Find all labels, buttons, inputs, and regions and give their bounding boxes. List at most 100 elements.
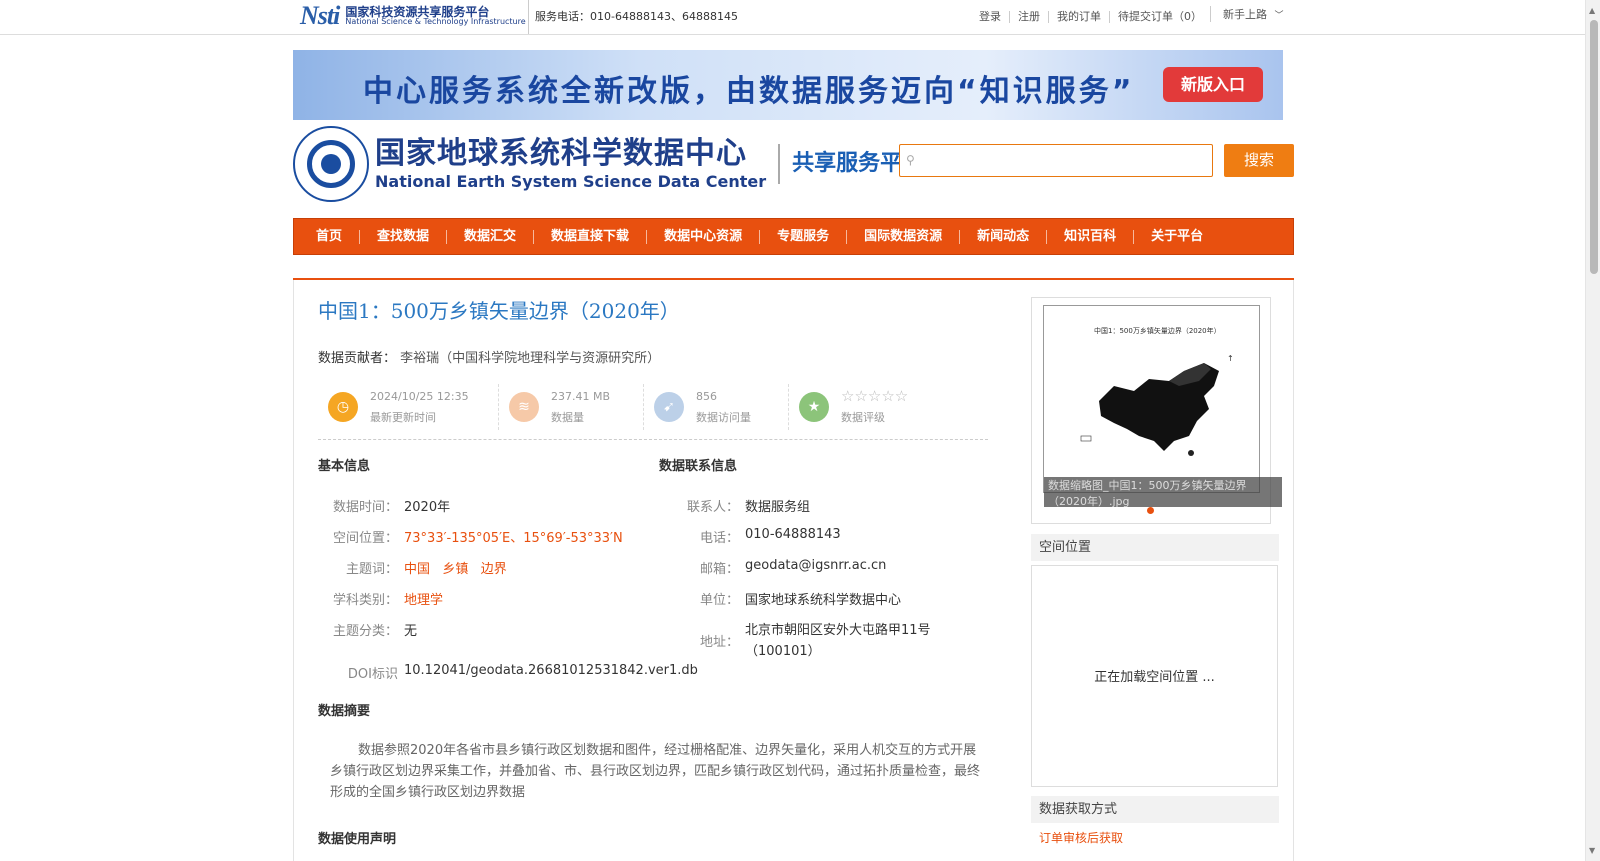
stat-update-time: ◷ 2024/10/25 12:35 最新更新时间 (318, 384, 499, 430)
stat-data-size-label: 数据量 (551, 411, 584, 424)
topic-classification-value: 无 (404, 624, 418, 639)
stat-rating: ★ ☆☆☆☆☆ 数据评级 (789, 384, 988, 430)
scroll-up-icon[interactable]: ▲ (1589, 6, 1595, 15)
scroll-down-icon[interactable]: ▼ (1589, 846, 1595, 855)
site-name-cn: 国家地球系统科学数据中心 (375, 136, 747, 171)
top-links: 登录 注册 我的订单 待提交订单（0） (971, 0, 1210, 34)
pending-orders-link[interactable]: 待提交订单（0） (1109, 11, 1210, 23)
my-orders-link[interactable]: 我的订单 (1048, 11, 1109, 23)
stat-rating-text: ☆☆☆☆☆ 数据评级 (841, 386, 908, 428)
nav-home[interactable]: 首页 (310, 229, 359, 244)
data-time-value: 2020年 (404, 500, 451, 515)
contact-person-value: 数据服务组 (745, 500, 811, 515)
carousel-dot[interactable] (1147, 507, 1154, 514)
map-loading-text: 正在加载空间位置 ... (1094, 670, 1215, 685)
search-box[interactable]: ⚲ (899, 144, 1213, 177)
stat-rating-label: 数据评级 (841, 411, 885, 424)
thumbnail-carousel[interactable]: 中国1：500万乡镇矢量边界（2020年） ↑ 数据缩略图_中国1：500万乡镇… (1031, 297, 1282, 524)
doi-label: DOI标识 (347, 667, 398, 682)
search-button[interactable]: 搜索 (1224, 144, 1294, 177)
stat-update-time-value: 2024/10/25 12:35 (370, 390, 469, 403)
search-input[interactable] (924, 149, 1204, 173)
stat-data-size-value: 237.41 MB (551, 390, 611, 403)
doi-value[interactable]: 10.12041/geodata.26681012531842.ver1.db (404, 663, 698, 678)
spatial-location-heading: 空间位置 (1031, 534, 1279, 561)
nav-knowledge-base[interactable]: 知识百科 (1046, 229, 1133, 244)
stat-visits: ➹ 856 数据访问量 (644, 384, 789, 430)
scroll-thumb[interactable] (1590, 20, 1598, 274)
data-acquisition-heading: 数据获取方式 (1031, 796, 1279, 823)
cursor-icon: ➹ (654, 392, 684, 422)
nav-data-submission[interactable]: 数据汇交 (446, 229, 533, 244)
topic-classification-label: 主题分类： (332, 624, 398, 639)
spatial-location-label: 空间位置： (332, 531, 398, 546)
contact-person-label: 联系人： (686, 500, 739, 515)
nsti-logo-text: 国家科技资源共享服务平台 National Science & Technolo… (345, 5, 526, 27)
dataset-stats: ◷ 2024/10/25 12:35 最新更新时间 ≋ 237.41 MB 数据… (318, 384, 988, 440)
login-link[interactable]: 登录 (971, 11, 1009, 23)
banner-text: 中心服务系统全新改版，由数据服务迈向“知识服务” (363, 74, 1135, 109)
nav-international-resources[interactable]: 国际数据资源 (846, 229, 959, 244)
new-version-button[interactable]: 新版入口 (1163, 67, 1263, 102)
contact-phone-label: 电话： (699, 531, 739, 546)
main-nav: 首页 查找数据 数据汇交 数据直接下载 数据中心资源 专题服务 国际数据资源 新… (293, 218, 1294, 255)
dataset-thumbnail[interactable]: 中国1：500万乡镇矢量边界（2020年） ↑ 数据缩略图_中国1：500万乡镇… (1043, 305, 1282, 507)
announcement-banner[interactable]: 中心服务系统全新改版，由数据服务迈向“知识服务” 新版入口 (293, 50, 1283, 120)
site-logo[interactable]: 国家地球系统科学数据中心 National Earth System Scien… (293, 126, 924, 202)
stat-update-time-text: 2024/10/25 12:35 最新更新时间 (370, 386, 469, 428)
contact-email-label: 邮箱： (699, 562, 739, 577)
contact-org-value: 国家地球系统科学数据中心 (745, 593, 902, 608)
dataset-title: 中国1：500万乡镇矢量边界（2020年） (318, 299, 680, 323)
stat-visits-text: 856 数据访问量 (696, 386, 751, 428)
data-center-emblem-icon (293, 126, 369, 202)
top-bar: Nsti 国家科技资源共享服务平台 National Science & Tec… (0, 0, 1585, 35)
layers-icon: ≋ (509, 392, 539, 422)
abstract-text: 数据参照2020年各省市县乡镇行政区划数据和图件，经过栅格配准、边界矢量化，采用… (330, 743, 981, 800)
newbie-guide-dropdown[interactable]: 新手上路 ﹀ (1210, 6, 1284, 22)
basic-info-heading: 基本信息 (318, 459, 371, 474)
contact-org-label: 单位： (699, 593, 739, 608)
nav-center-resources[interactable]: 数据中心资源 (646, 229, 759, 244)
stat-data-size-text: 237.41 MB 数据量 (551, 386, 610, 428)
acquisition-method-link[interactable]: 订单审核后获取 (1039, 829, 1123, 846)
keywords-value[interactable]: 中国 乡镇 边界 (404, 558, 507, 577)
china-map-icon: ↑ (1080, 354, 1234, 456)
stat-visits-label: 数据访问量 (696, 411, 751, 424)
nsti-logo-en: National Science & Technology Infrastruc… (345, 17, 526, 27)
nsti-logo[interactable]: Nsti 国家科技资源共享服务平台 National Science & Tec… (300, 1, 526, 30)
star-icon: ★ (799, 392, 829, 422)
register-link[interactable]: 注册 (1009, 11, 1048, 23)
subject-category-value[interactable]: 地理学 (404, 589, 443, 608)
nav-news[interactable]: 新闻动态 (959, 229, 1046, 244)
contributor-value: 李裕瑞（中国科学院地理科学与资源研究所） (400, 351, 661, 366)
contact-address-value: 北京市朝阳区安外大屯路甲11号（100101） (745, 623, 931, 659)
rating-stars[interactable]: ☆☆☆☆☆ (841, 386, 908, 407)
chevron-down-icon: ﹀ (1274, 11, 1284, 21)
dataset-contributor: 数据贡献者： 李裕瑞（中国科学院地理科学与资源研究所） (318, 347, 660, 366)
thumbnail-caption: 数据缩略图_中国1：500万乡镇矢量边界（2020年）.jpg (1044, 477, 1282, 507)
nav-direct-download[interactable]: 数据直接下载 (533, 229, 646, 244)
page-scrollbar[interactable]: ▲ ▼ (1585, 0, 1600, 861)
abstract-heading: 数据摘要 (318, 704, 371, 719)
contact-address-label: 地址： (699, 635, 739, 650)
nav-find-data[interactable]: 查找数据 (359, 229, 446, 244)
svg-text:↑: ↑ (1227, 354, 1234, 363)
stat-visits-value: 856 (696, 390, 717, 403)
newbie-guide-label: 新手上路 (1223, 8, 1267, 21)
subject-category-label: 学科类别： (332, 593, 398, 608)
contact-email-value[interactable]: geodata@igsnrr.ac.cn (745, 558, 886, 573)
nav-topic-services[interactable]: 专题服务 (759, 229, 846, 244)
stat-update-time-label: 最新更新时间 (370, 411, 436, 424)
site-name-en: National Earth System Science Data Cente… (375, 172, 767, 191)
nav-about[interactable]: 关于平台 (1133, 229, 1220, 244)
site-title: 国家地球系统科学数据中心 National Earth System Scien… (375, 136, 766, 192)
data-time-label: 数据时间： (332, 500, 398, 515)
contact-info-heading: 数据联系信息 (659, 459, 738, 474)
spatial-location-map[interactable]: 正在加载空间位置 ... (1031, 565, 1278, 787)
thumbnail-title: 中国1：500万乡镇矢量边界（2020年） (1094, 327, 1221, 335)
contributor-label: 数据贡献者： (318, 351, 397, 366)
spatial-location-value: 73°33′-135°05′E、15°69′-53°33′N (404, 531, 623, 546)
nsti-logo-mark: Nsti (300, 1, 340, 30)
clock-icon: ◷ (328, 392, 358, 422)
emblem-core (321, 154, 341, 174)
